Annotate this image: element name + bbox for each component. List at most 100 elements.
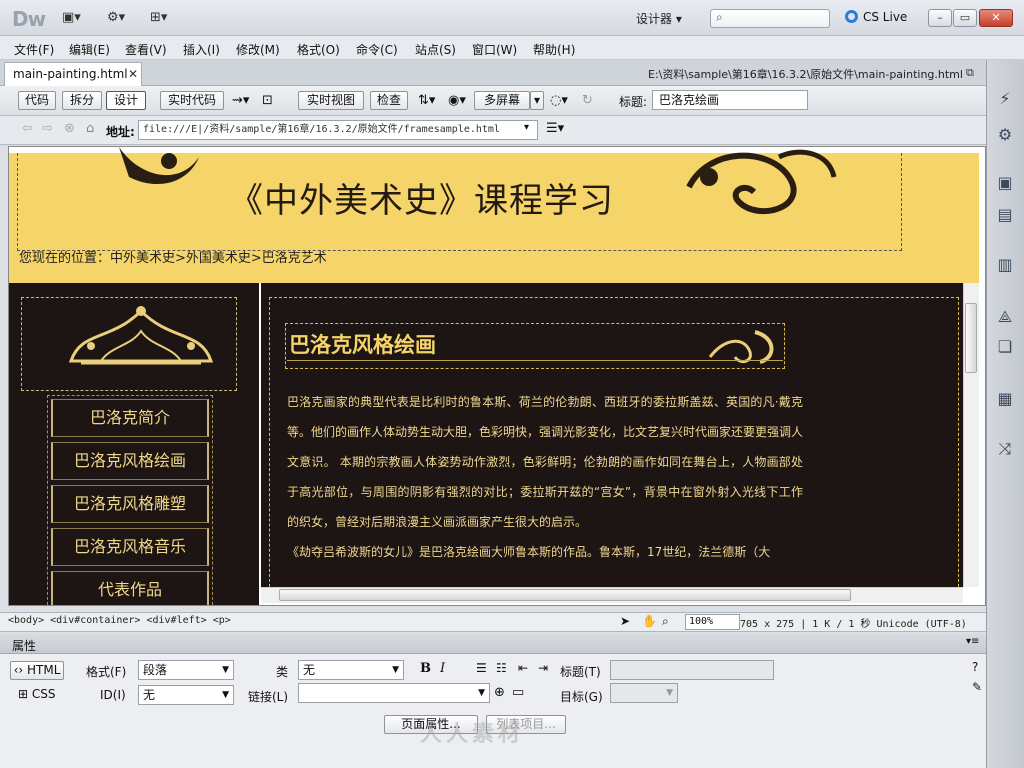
browser-check-icon[interactable]: ⊡: [262, 93, 273, 108]
restore-icon[interactable]: ⧉: [966, 66, 974, 80]
multiscreen-dropdown[interactable]: ▾: [530, 91, 544, 110]
menu-view[interactable]: 查看(V): [125, 41, 167, 58]
back-icon[interactable]: ⇦: [22, 121, 33, 136]
browser-options-icon[interactable]: ☰▾: [546, 121, 564, 136]
cs-live-button[interactable]: CS Live: [845, 10, 907, 24]
hand-tool-icon[interactable]: ✋: [642, 614, 657, 628]
menu-edit[interactable]: 编辑(E): [69, 41, 110, 58]
unordered-list-icon[interactable]: ☰: [476, 661, 487, 675]
window-size[interactable]: 705 x 275: [740, 619, 794, 630]
layout-icon[interactable]: ▣▾: [62, 10, 81, 26]
maximize-button[interactable]: ▭: [953, 9, 977, 27]
address-input[interactable]: file:///E|/资料/sample/第16章/16.3.2/原始文件/fr…: [138, 120, 538, 140]
link-label: 链接(L): [248, 690, 289, 704]
history-panel-icon[interactable]: ⤨: [994, 438, 1016, 460]
close-icon[interactable]: ✕: [128, 67, 138, 81]
zoom-tool-icon[interactable]: ⌕: [662, 614, 669, 629]
panel-menu-icon[interactable]: ▾≡: [966, 636, 979, 647]
files-panel-icon[interactable]: ▦: [994, 388, 1016, 410]
menu-bar: 文件(F) 编辑(E) 查看(V) 插入(I) 修改(M) 格式(O) 命令(C…: [0, 36, 1024, 60]
menu-commands[interactable]: 命令(C): [356, 41, 398, 58]
breadcrumb: 您现在的位置：中外美术史>外国美术史>巴洛克艺术: [19, 251, 327, 266]
visual-aids-icon[interactable]: ◌▾: [550, 93, 568, 108]
title-attr-label: 标题(T): [560, 665, 601, 679]
workspace-switcher[interactable]: 设计器 ▾: [636, 10, 682, 27]
link-input[interactable]: ▼: [298, 683, 490, 703]
refresh-icon[interactable]: ↻: [582, 93, 593, 108]
code-view-button[interactable]: 代码: [18, 91, 56, 110]
insert-panel-icon[interactable]: ⚡: [994, 88, 1016, 110]
search-input[interactable]: ⌕: [710, 9, 830, 28]
menu-format[interactable]: 格式(O): [297, 41, 340, 58]
file-transfer-icon[interactable]: ⇅▾: [418, 93, 435, 108]
site-title: 《中外美术史》课程学习: [229, 181, 614, 221]
target-select[interactable]: ▼: [610, 683, 678, 703]
select-tool-icon[interactable]: ➤: [620, 614, 630, 628]
nav-item-music[interactable]: 巴洛克风格音乐: [51, 528, 209, 566]
properties-panel-header[interactable]: [0, 634, 986, 654]
download-size: 1 K / 1 秒: [812, 619, 871, 630]
outdent-icon[interactable]: ⇤: [518, 661, 528, 675]
inspect-button[interactable]: 检查: [370, 91, 408, 110]
title-flourish-ornament: [708, 330, 774, 364]
inspect-arrow-icon[interactable]: ⇝▾: [232, 93, 249, 108]
menu-site[interactable]: 站点(S): [415, 41, 456, 58]
format-select[interactable]: 段落 ▼: [138, 660, 234, 680]
menu-window[interactable]: 窗口(W): [472, 41, 517, 58]
design-view-button[interactable]: 设计: [106, 91, 146, 110]
globe-icon[interactable]: ◉▾: [448, 93, 466, 108]
snippets-panel-icon[interactable]: ▤: [994, 204, 1016, 226]
indent-icon[interactable]: ⇥: [538, 661, 548, 675]
css-mode-button[interactable]: ⊞ CSS: [18, 687, 56, 701]
nav-item-intro[interactable]: 巴洛克简介: [51, 399, 209, 437]
nav-item-painting[interactable]: 巴洛克风格绘画: [51, 442, 209, 480]
assets-panel-icon[interactable]: ▣: [994, 172, 1016, 194]
gear-icon[interactable]: ⚙▾: [107, 10, 125, 26]
zoom-select[interactable]: 100%: [685, 614, 740, 630]
browse-folder-icon[interactable]: ▭: [512, 685, 524, 700]
file-path: E:\资料\sample\第16章\16.3.2\原始文件\main-paint…: [648, 68, 963, 81]
document-tab[interactable]: main-painting.html ✕: [4, 62, 142, 86]
search-icon: ⌕: [716, 10, 723, 24]
menu-insert[interactable]: 插入(I): [183, 41, 220, 58]
nav-item-works[interactable]: 代表作品: [51, 571, 209, 605]
address-dropdown-icon[interactable]: ▾: [524, 122, 529, 133]
css-styles-icon[interactable]: ⟁: [994, 306, 1016, 328]
target-label: 目标(G): [560, 690, 603, 704]
stop-icon[interactable]: ⊗: [64, 121, 75, 136]
ap-elements-icon[interactable]: ▥: [994, 254, 1016, 276]
properties-title: 属性: [12, 639, 37, 653]
class-select[interactable]: 无 ▼: [298, 660, 404, 680]
point-to-file-icon[interactable]: ⊕: [494, 685, 505, 700]
menu-modify[interactable]: 修改(M): [236, 41, 280, 58]
close-button[interactable]: ✕: [979, 9, 1013, 27]
nav-item-sculpture[interactable]: 巴洛克风格雕塑: [51, 485, 209, 523]
horizontal-scroll-thumb[interactable]: [279, 589, 851, 601]
bold-button[interactable]: B: [420, 661, 431, 676]
italic-button[interactable]: I: [440, 661, 445, 676]
title-input[interactable]: 巴洛克绘画: [652, 90, 808, 110]
tag-selector[interactable]: <body> <div#container> <div#left> <p>: [8, 615, 231, 626]
forward-icon[interactable]: ⇨: [42, 121, 53, 136]
left-flourish-ornament: [119, 147, 199, 185]
quick-tag-editor-icon[interactable]: ✎: [972, 680, 982, 694]
live-code-button[interactable]: 实时代码: [160, 91, 224, 110]
home-icon[interactable]: ⌂: [86, 121, 94, 136]
html-mode-button[interactable]: ‹› HTML: [10, 661, 64, 680]
site-map-icon[interactable]: ⊞▾: [150, 10, 167, 26]
vertical-scroll-thumb[interactable]: [965, 303, 977, 373]
id-select[interactable]: 无 ▼: [138, 685, 234, 705]
properties-panel-icon[interactable]: ⚙: [994, 124, 1016, 146]
menu-file[interactable]: 文件(F): [14, 41, 54, 58]
behaviors-icon[interactable]: ❏: [994, 336, 1016, 358]
split-view-button[interactable]: 拆分: [62, 91, 102, 110]
html-icon: ‹›: [13, 663, 24, 677]
multiscreen-button[interactable]: 多屏幕: [474, 91, 530, 110]
menu-help[interactable]: 帮助(H): [533, 41, 575, 58]
minimize-button[interactable]: –: [928, 9, 952, 27]
ordered-list-icon[interactable]: ☷: [496, 661, 507, 675]
title-attr-input[interactable]: [610, 660, 774, 680]
design-view[interactable]: 《中外美术史》课程学习 您现在的位置：中外美术史>外国美术史>巴洛克艺术 巴洛克…: [8, 146, 986, 606]
live-view-button[interactable]: 实时视图: [298, 91, 364, 110]
help-icon[interactable]: ?: [972, 660, 978, 674]
